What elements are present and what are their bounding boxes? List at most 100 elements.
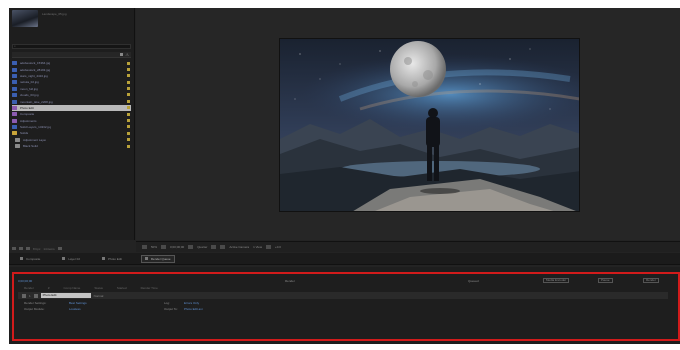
label-color-swatch[interactable] <box>127 138 130 142</box>
label-color-swatch[interactable] <box>127 106 130 110</box>
label-color-swatch[interactable] <box>127 119 130 123</box>
label-color-swatch[interactable] <box>127 131 130 135</box>
file-icon <box>15 137 20 142</box>
file-name: Adjustment Layer <box>23 137 47 142</box>
timecode-display[interactable]: 0;00;00;00 <box>170 245 184 249</box>
file-icon <box>12 112 17 117</box>
footage-thumbnail <box>12 10 38 27</box>
item-count: 14 items <box>43 246 55 251</box>
label-color-swatch[interactable] <box>127 61 130 65</box>
transparency-grid-icon[interactable] <box>220 245 226 249</box>
file-name: Composite <box>20 112 35 117</box>
file-name: Photo Edit <box>20 105 34 110</box>
render-item-row[interactable]: 1 Photo Edit Normal <box>18 292 668 299</box>
file-name: nebula_02.jpg <box>20 80 39 85</box>
fit-icon[interactable] <box>161 245 167 249</box>
output-to-value[interactable]: Photo Edit.avi <box>184 307 203 311</box>
file-name: adobestock_15364.jpg <box>20 61 51 66</box>
snapshot-icon[interactable] <box>188 245 194 249</box>
media-encoder-button[interactable]: Media Encoder <box>543 278 570 283</box>
tab-icon <box>102 257 106 260</box>
column-render: Render <box>24 286 34 290</box>
new-composition-icon[interactable] <box>26 247 30 250</box>
label-color-swatch[interactable] <box>127 67 130 71</box>
zoom-level[interactable]: 50% <box>151 245 157 249</box>
file-name: Black Solid <box>23 144 38 149</box>
project-panel: Landscape_05.jpg ⌕ ⚠ adobestock_15364.jp… <box>9 8 135 240</box>
project-file-item[interactable]: Black Solid <box>12 143 131 149</box>
flowchart-icon[interactable]: ⚠ <box>125 52 129 57</box>
log-label: Log: <box>164 301 170 305</box>
composition-viewer <box>136 8 680 240</box>
views-dropdown[interactable]: 1 View <box>253 245 262 249</box>
project-search-input[interactable]: ⌕ <box>12 44 131 49</box>
trash-icon[interactable] <box>57 247 62 250</box>
render-checkbox[interactable] <box>22 293 26 298</box>
column-comp-name: Comp Name <box>63 286 81 290</box>
label-color-swatch[interactable] <box>33 293 38 298</box>
project-footer: 8 bpc 14 items <box>12 245 132 252</box>
folder-icon <box>12 131 17 136</box>
label-color-swatch[interactable] <box>127 87 130 91</box>
file-icon <box>12 99 17 104</box>
output-module-value[interactable]: Lossless <box>69 307 164 311</box>
file-name: stars_night_4410.jpg <box>20 73 48 78</box>
render-item-name[interactable]: Photo Edit <box>40 293 91 298</box>
file-name: mountain_lake_2208.jpg <box>20 99 53 104</box>
log-value[interactable]: Errors Only <box>184 301 199 305</box>
project-column-header: ⚠ <box>12 52 131 58</box>
exposure-value[interactable]: +0.0 <box>275 245 281 249</box>
column-status: Status <box>94 286 103 290</box>
tab-label: Photo Edit <box>108 256 122 261</box>
panel-tab[interactable]: Layer 02 <box>59 255 83 263</box>
output-module-row: Output Module: Lossless Output To: Photo… <box>18 306 668 312</box>
magnification-icon[interactable] <box>142 245 147 249</box>
pause-button[interactable]: Pause <box>598 278 613 283</box>
new-folder-icon[interactable] <box>19 247 23 250</box>
file-name: clouds_03.jpg <box>20 93 39 98</box>
render-settings-value[interactable]: Best Settings <box>69 301 164 305</box>
file-icon <box>12 73 17 78</box>
resolution-dropdown[interactable]: Quarter <box>197 245 207 249</box>
label-color-swatch[interactable] <box>127 80 130 84</box>
column-started: Started <box>116 286 127 290</box>
search-icon: ⌕ <box>14 44 16 48</box>
label-color-swatch[interactable] <box>127 74 130 78</box>
label-color-swatch[interactable] <box>127 99 130 103</box>
tab-label: Layer 02 <box>68 256 81 261</box>
bit-depth-label[interactable]: 8 bpc <box>33 247 40 251</box>
current-timecode[interactable]: 0;00;00;00 <box>18 279 32 283</box>
fast-previews-icon[interactable] <box>266 245 272 249</box>
file-icon <box>12 86 17 91</box>
column-render-time: Render Time <box>140 286 158 290</box>
region-of-interest-icon[interactable] <box>211 245 217 249</box>
app-window: Landscape_05.jpg ⌕ ⚠ adobestock_15364.jp… <box>9 8 680 344</box>
file-icon <box>12 118 17 123</box>
file-icon <box>12 105 17 110</box>
camera-dropdown[interactable]: Active Camera <box>229 245 249 249</box>
render-button[interactable]: Render <box>643 278 659 283</box>
file-icon <box>12 93 17 98</box>
project-file-list: adobestock_15364.jpg adobestock_28193.jpg… <box>12 60 131 149</box>
label-color-swatch[interactable] <box>127 93 130 97</box>
file-name: moon_full.jpg <box>20 86 38 91</box>
file-icon <box>12 80 17 85</box>
tab-icon <box>20 257 23 260</box>
tab-icon <box>62 257 66 260</box>
interpret-footage-icon[interactable] <box>12 247 16 250</box>
label-color-swatch[interactable] <box>127 112 130 116</box>
tab-label: Render Queue <box>150 256 171 261</box>
output-module-label: Output Module: <box>24 307 45 311</box>
panel-tab[interactable]: Photo Edit <box>99 255 125 263</box>
panel-tab[interactable]: Composite <box>17 255 43 263</box>
label-column-icon <box>120 53 123 56</box>
panel-tab[interactable]: Render Queue <box>140 254 175 263</box>
file-icon <box>12 61 17 66</box>
output-to-label: Output To: <box>164 307 178 311</box>
label-color-swatch[interactable] <box>127 125 130 129</box>
tab-label: Composite <box>26 256 41 261</box>
composition-preview[interactable] <box>279 38 580 212</box>
render-status-label: Render <box>285 279 295 283</box>
viewer-toolbar: 50% 0;00;00;00 Quarter Active Camera 1 V… <box>136 241 680 252</box>
label-color-swatch[interactable] <box>127 144 130 148</box>
